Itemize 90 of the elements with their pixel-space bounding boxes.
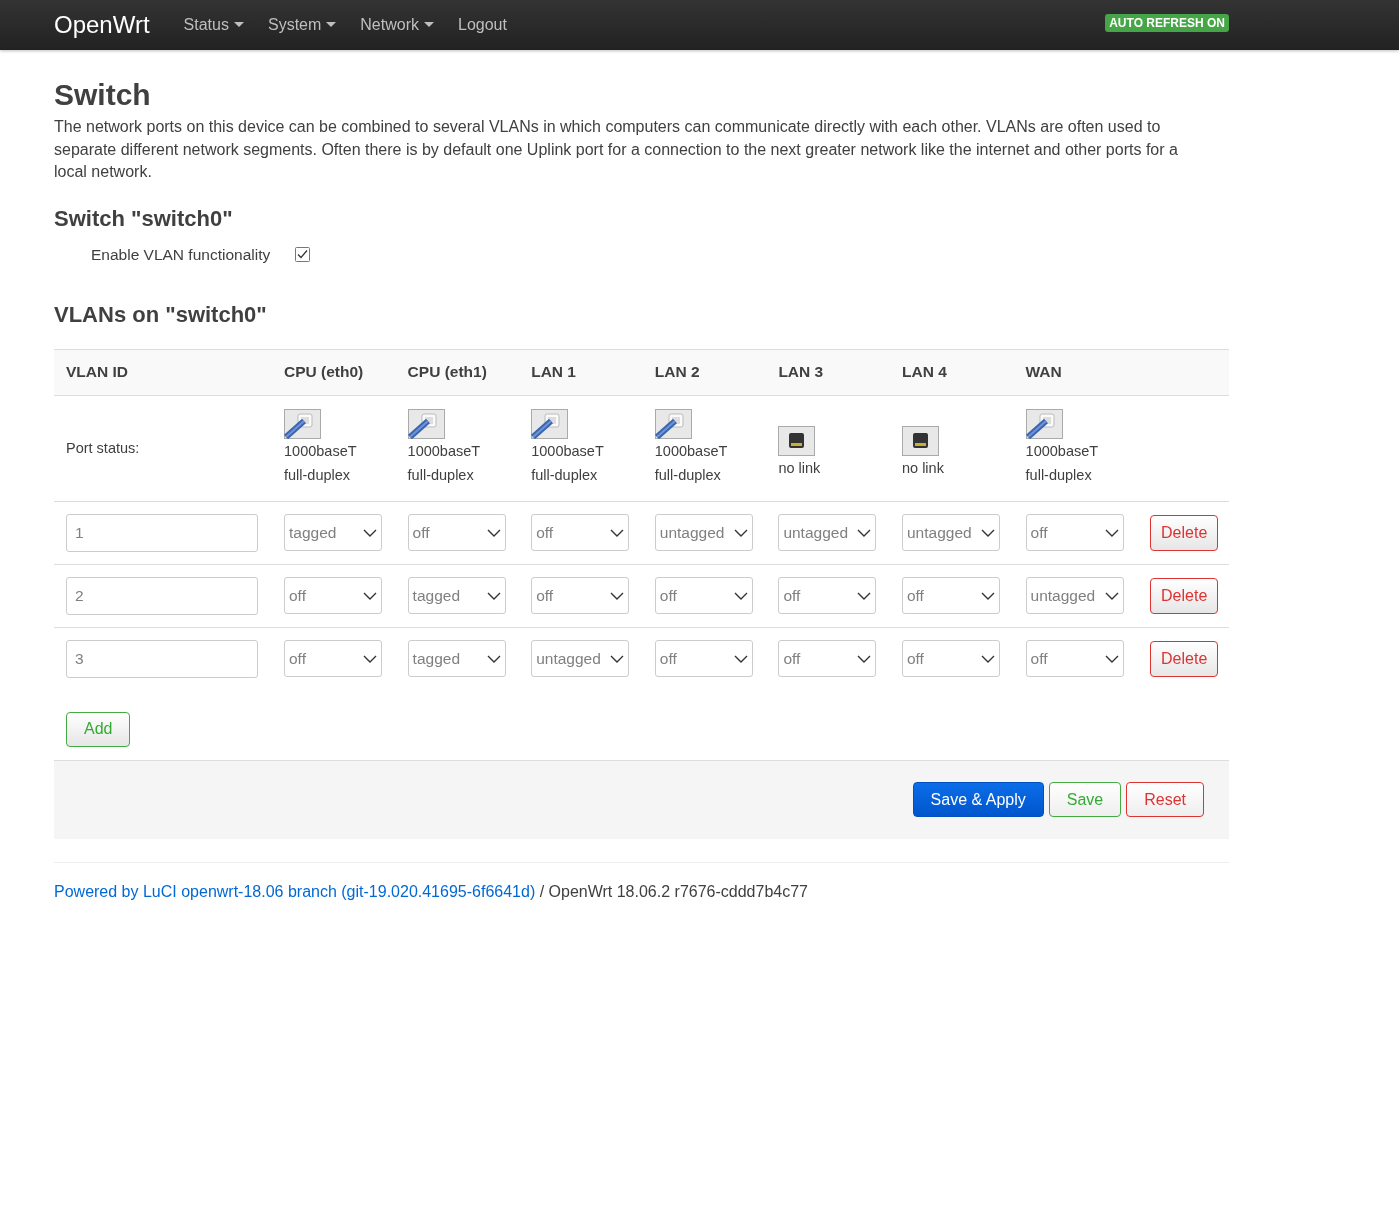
port-mode-dropdown[interactable]: off [284, 577, 382, 614]
chevron-icon [1104, 654, 1119, 663]
port-mode-dropdown[interactable]: off [778, 577, 877, 614]
port-mode-dropdown[interactable]: untagged [1025, 577, 1124, 614]
port-mode-dropdown[interactable]: tagged [407, 640, 506, 677]
caret-icon [424, 22, 434, 28]
port-mode-dropdown[interactable]: untagged [778, 514, 877, 551]
port-mode-dropdown[interactable]: off [654, 577, 753, 614]
port-mode-dropdown[interactable]: untagged [901, 514, 1000, 551]
brand-logo[interactable]: OpenWrt [54, 11, 150, 39]
port-mode-dropdown[interactable]: off [407, 514, 506, 551]
reset-button[interactable]: Reset [1126, 782, 1204, 817]
column-header: LAN 4 [900, 363, 948, 381]
port-mode-dropdown[interactable]: tagged [407, 577, 506, 614]
chevron-icon [733, 654, 748, 663]
vlan-id-input[interactable]: 1 [66, 513, 258, 552]
column-header: VLAN ID [65, 363, 129, 381]
port-status-text: full-duplex [284, 466, 351, 485]
checkbox[interactable] [295, 247, 311, 262]
chevron-icon [363, 654, 377, 663]
port-mode-dropdown[interactable]: untagged [654, 514, 753, 551]
menu-dropdown[interactable]: System [255, 0, 349, 50]
option-label: Enable VLAN functionality [91, 245, 271, 264]
section-title: VLANs on "switch0" [54, 301, 268, 328]
menu-dropdown[interactable]: Status [171, 0, 256, 50]
page-description: The network ports on this device can be combined to several VLANs in which computers can communicate directly with each other. VLANs are often used to separate different network segments. Often there is by default one Uplink port for a connection to the next greater network like the internet and other ports for a local network. [54, 117, 1179, 182]
vlan-id-input[interactable]: 3 [66, 639, 258, 678]
port-status-text: 1000baseT [531, 442, 604, 461]
vlan-id-input[interactable]: 2 [66, 576, 258, 615]
port-status-text: full-duplex [654, 466, 721, 485]
delete-button[interactable]: Delete [1150, 514, 1219, 551]
save-button[interactable]: Save [1048, 782, 1122, 817]
port-mode-dropdown[interactable]: off [901, 577, 1000, 614]
port-status-text: full-duplex [407, 466, 474, 485]
port-mode-dropdown[interactable]: off [531, 577, 630, 614]
chevron-icon [1104, 528, 1119, 537]
save-apply-button[interactable]: Save & Apply [912, 782, 1044, 817]
chevron-icon [980, 654, 995, 663]
chevron-icon [610, 654, 625, 663]
port-status-text: 1000baseT [284, 442, 357, 461]
section-title: Switch "switch0" [54, 205, 234, 232]
page-title: Switch [54, 78, 152, 112]
chevron-icon [610, 591, 625, 600]
chevron-icon [980, 528, 995, 537]
port-status-text: 1000baseT [407, 442, 481, 461]
caret-icon [233, 22, 244, 28]
port-mode-dropdown[interactable]: off [531, 514, 630, 551]
add-button[interactable]: Add [66, 711, 131, 747]
port-status-text: full-duplex [1025, 466, 1092, 485]
chevron-icon [980, 591, 995, 600]
chevron-icon [486, 528, 501, 537]
delete-button[interactable]: Delete [1150, 640, 1219, 677]
delete-button[interactable]: Delete [1150, 577, 1219, 614]
port-mode-dropdown[interactable]: off [654, 640, 753, 677]
port-status-text: full-duplex [531, 466, 598, 485]
chevron-icon [857, 654, 872, 663]
column-header: LAN 2 [653, 363, 701, 381]
chevron-icon [486, 591, 501, 600]
chevron-icon [363, 591, 377, 600]
port-status-text: 1000baseT [654, 442, 728, 461]
menu-link[interactable]: Logout [446, 0, 519, 50]
port-mode-dropdown[interactable]: off [1025, 640, 1124, 677]
chevron-icon [857, 591, 872, 600]
port-mode-dropdown[interactable]: off [778, 640, 877, 677]
chevron-icon [610, 528, 625, 537]
menu-dropdown[interactable]: Network [348, 0, 446, 50]
port-mode-dropdown[interactable]: untagged [531, 640, 630, 677]
chevron-icon [486, 654, 501, 663]
chevron-icon [857, 528, 872, 537]
column-header: LAN 3 [777, 363, 825, 381]
port-mode-dropdown[interactable]: off [284, 640, 382, 677]
port-status-text: no link [778, 459, 821, 478]
chevron-icon [1104, 591, 1119, 600]
port-mode-dropdown[interactable]: off [901, 640, 1000, 677]
column-header: WAN [1024, 363, 1063, 381]
port-mode-dropdown[interactable]: off [1025, 514, 1124, 551]
port-status-text: no link [901, 459, 944, 478]
version-text: / OpenWrt 18.06.2 r7676-cddd7b4c77 [539, 882, 808, 900]
chevron-icon [733, 591, 748, 600]
port-mode-dropdown[interactable]: tagged [284, 514, 382, 551]
port-status-text: 1000baseT [1025, 442, 1099, 461]
column-header: CPU (eth1) [406, 363, 488, 381]
caret-icon [326, 22, 337, 28]
auto-refresh-badge[interactable]: AUTO REFRESH ON [1105, 14, 1229, 32]
chevron-icon [733, 528, 748, 537]
row-label: Port status: [66, 439, 140, 458]
column-header: LAN 1 [530, 363, 577, 381]
footer-link[interactable]: Powered by LuCI openwrt-18.06 branch (git-19.020.41695-6f6641d) [54, 882, 536, 900]
chevron-icon [363, 528, 377, 537]
column-header: CPU (eth0) [283, 363, 365, 381]
